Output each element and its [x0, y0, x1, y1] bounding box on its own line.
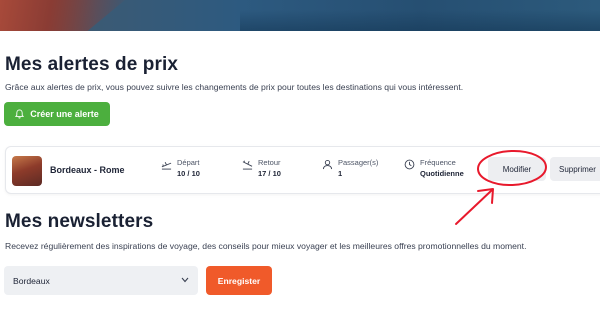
passengers-value: 1: [338, 169, 343, 178]
frequency-label: Fréquence: [420, 158, 456, 167]
clock-icon: [404, 159, 415, 170]
return-value: 17 / 10: [258, 169, 281, 178]
chevron-down-icon: [181, 277, 189, 283]
frequency-info: Fréquence Quotidienne: [404, 158, 464, 179]
delete-alert-button[interactable]: Supprimer: [550, 157, 600, 181]
city-select[interactable]: Bordeaux: [4, 266, 198, 295]
banner-shape: [0, 0, 125, 31]
bell-icon: [15, 109, 25, 119]
alert-route: Bordeaux - Rome: [50, 165, 125, 175]
passengers-label: Passager(s): [338, 158, 379, 167]
header-banner-image: [0, 0, 600, 31]
save-newsletter-button[interactable]: Enregister: [206, 266, 272, 295]
user-icon: [322, 160, 333, 170]
annotation-arrow-line: [455, 189, 493, 225]
departure-value: 10 / 10: [177, 169, 200, 178]
modify-alert-button[interactable]: Modifier: [488, 157, 546, 181]
departure-label: Départ: [177, 158, 200, 167]
plane-takeoff-icon: [161, 162, 172, 170]
passengers-info: Passager(s) 1: [322, 158, 378, 179]
city-select-value: Bordeaux: [13, 275, 50, 286]
create-alert-label: Créer une alerte: [30, 109, 99, 119]
banner-shading: [240, 10, 600, 31]
price-alerts-description: Grâce aux alertes de prix, vous pouvez s…: [5, 82, 464, 92]
departure-info: Départ 10 / 10: [161, 158, 200, 179]
newsletters-description: Recevez régulièrement des inspirations d…: [5, 241, 527, 251]
plane-landing-icon: [242, 160, 253, 170]
return-info: Retour 17 / 10: [242, 158, 281, 179]
frequency-value: Quotidienne: [420, 169, 464, 178]
destination-thumbnail: [12, 156, 42, 186]
price-alerts-title: Mes alertes de prix: [5, 54, 178, 75]
create-alert-button[interactable]: Créer une alerte: [4, 102, 110, 126]
return-label: Retour: [258, 158, 281, 167]
newsletters-title: Mes newsletters: [5, 211, 154, 232]
